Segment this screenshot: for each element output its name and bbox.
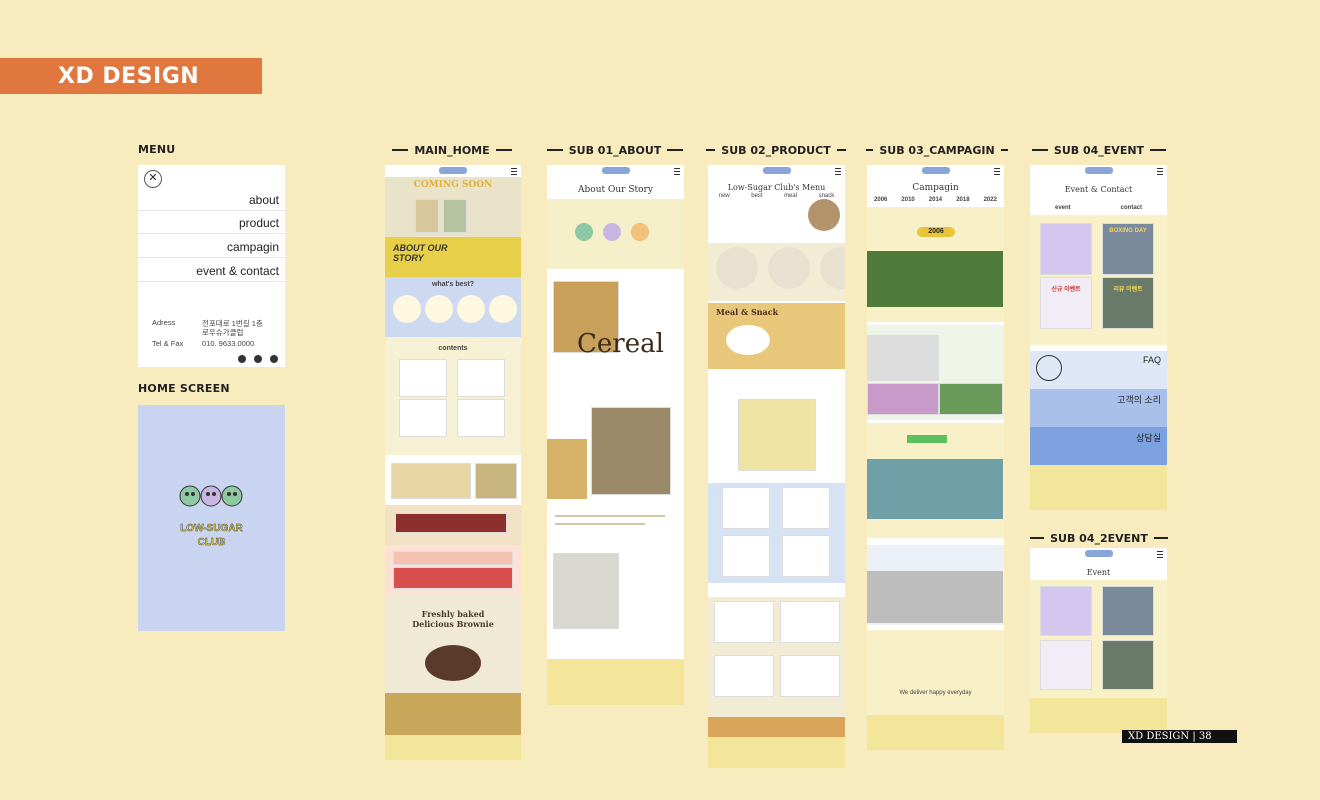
about-story-text: ABOUT OUR STORY (393, 243, 448, 263)
logo-line-2: CLUB (197, 537, 226, 548)
tel-value: 010. 9633.0000 (202, 339, 255, 348)
product-tab-best[interactable]: best (751, 193, 762, 199)
close-icon[interactable]: ✕ (144, 170, 162, 188)
brownie-text: Freshly baked Delicious Brownie (412, 609, 494, 629)
home-screen-preview: LOW-SUGAR CLUB (138, 405, 285, 631)
blog-icon[interactable] (270, 355, 278, 363)
whats-best-label: what's best? (431, 281, 475, 288)
product-tab-new[interactable]: new (719, 193, 730, 199)
address-label: Adress (152, 318, 176, 327)
column-title-product: SUB 02_PRODUCT (706, 143, 846, 157)
section-banner: XD DESIGN (0, 58, 262, 94)
column-title-event: SUB 04_EVENT (1030, 143, 1168, 157)
mockup-event: Event & Contact event contact BOXING DAY… (1030, 165, 1167, 510)
customer-voice-label[interactable]: 고객의 소리 (1117, 393, 1161, 406)
contents-label: contents (438, 345, 468, 352)
logo-line-1: LOW-SUGAR (180, 523, 243, 534)
event2-title: Event (1086, 568, 1111, 577)
tel-label: Tel & Fax (152, 339, 184, 348)
logo-icon (439, 167, 467, 174)
menu-section-label: MENU (138, 143, 176, 156)
mockup-product: Low-Sugar Club's Menu new best meal snac… (708, 165, 845, 768)
menu-panel: ✕ about product campagin event & contact… (138, 165, 285, 367)
event-title: Event & Contact (1064, 185, 1133, 194)
campagin-title: Campagin (912, 183, 959, 193)
menu-item-about[interactable]: about (138, 189, 285, 211)
event-tab[interactable]: event (1055, 205, 1071, 211)
mascot-icon (179, 485, 243, 507)
column-title-campagin: SUB 03_CAMPAGIN (866, 143, 1008, 157)
menu-item-product[interactable]: product (138, 212, 285, 234)
new-event-label: 신규 이벤트 (1051, 287, 1081, 293)
mockup-event-2: Event (1030, 548, 1167, 733)
year-tab-2022[interactable]: 2022 (984, 197, 997, 203)
about-title: About Our Story (578, 185, 653, 195)
year-badge: 2006 (917, 227, 955, 237)
product-tab-meal[interactable]: meal (784, 193, 797, 199)
year-tab-2014[interactable]: 2014 (929, 197, 942, 203)
cereal-text: Cereal (577, 329, 664, 359)
counsel-label[interactable]: 상담실 (1136, 431, 1161, 444)
year-tab-2006[interactable]: 2006 (874, 197, 887, 203)
question-icon (1036, 355, 1062, 381)
boxing-day-label: BOXING DAY (1109, 228, 1147, 234)
year-tab-2018[interactable]: 2018 (956, 197, 969, 203)
product-title: Low-Sugar Club's Menu (727, 183, 826, 192)
year-tab-2010[interactable]: 2010 (901, 197, 914, 203)
column-title-event-2: SUB 04_2EVENT (1030, 531, 1168, 545)
faq-label[interactable]: FAQ (1143, 355, 1161, 365)
menu-item-event-contact[interactable]: event & contact (138, 260, 285, 282)
column-title-main-home: MAIN_HOME (384, 143, 520, 157)
mockup-main-home: COMING SOON ABOUT OUR STORY what's best?… (385, 165, 521, 760)
banner-title: XD DESIGN (58, 64, 200, 89)
page-number: 38 (1198, 731, 1212, 742)
hero-text: COMING SOON (413, 180, 493, 190)
instagram-icon[interactable] (238, 355, 246, 363)
contact-tab[interactable]: contact (1121, 205, 1142, 211)
meal-snack-label: Meal & Snack (716, 307, 779, 317)
column-title-about: SUB 01_ABOUT (546, 143, 684, 157)
mockup-about: About Our Story Cereal (547, 165, 684, 705)
product-tab-snack[interactable]: snack (819, 193, 835, 199)
review-event-label: 리뷰 이벤트 (1113, 287, 1143, 293)
footer-brand: XD DESIGN | 38 (1122, 730, 1237, 743)
menu-item-campagin[interactable]: campagin (138, 236, 285, 258)
home-screen-label: HOME SCREEN (138, 382, 230, 395)
mockup-campagin: Campagin 2006 2010 2014 2018 2022 2006 W… (867, 165, 1004, 750)
facebook-icon[interactable] (254, 355, 262, 363)
address-value-2: 로우슈가클럽 (202, 328, 244, 337)
campaign-footer-text: We deliver happy everyday (899, 690, 972, 696)
hamburger-icon (511, 168, 517, 175)
